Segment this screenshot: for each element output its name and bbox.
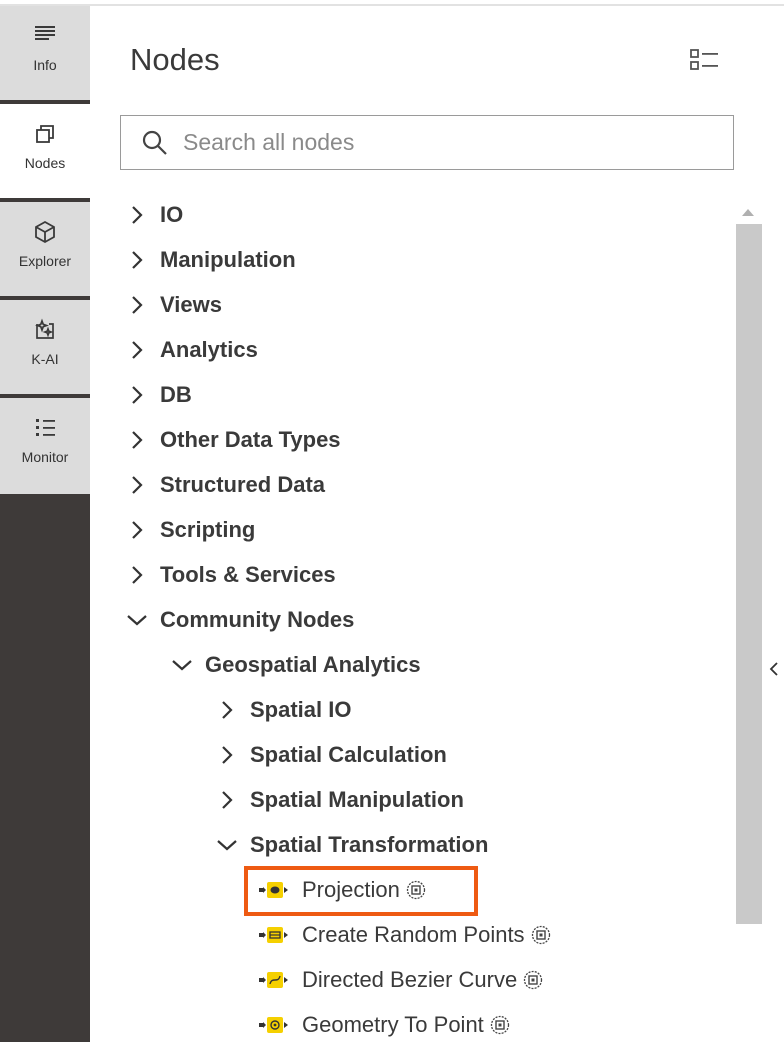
category-label: DB (160, 382, 192, 407)
collapse-panel-icon[interactable] (766, 658, 782, 680)
rail-tab-label: Info (33, 57, 57, 73)
category-label: Community Nodes (160, 607, 355, 632)
chevron-down-icon[interactable] (214, 832, 240, 858)
category-structured-data[interactable]: Structured Data (124, 465, 325, 505)
category-label: Spatial Calculation (250, 742, 447, 767)
chevron-right-icon[interactable] (124, 247, 150, 273)
category-scripting[interactable]: Scripting (124, 510, 255, 550)
node-label: Create Random Points (302, 922, 525, 947)
category-label: Structured Data (160, 472, 326, 497)
chevron-right-icon[interactable] (124, 202, 150, 228)
rail-tab-monitor[interactable]: Monitor (0, 398, 90, 494)
monitor-list-icon (33, 416, 57, 440)
nodes-cube-icon (33, 122, 57, 146)
kai-sparkle-icon (33, 318, 57, 342)
explorer-cube-icon (33, 220, 57, 244)
node-item-projection[interactable]: Projection (258, 870, 426, 910)
create-random-points-node-icon (258, 924, 292, 946)
rail-tab-explorer[interactable]: Explorer (0, 202, 90, 298)
category-community-nodes[interactable]: Community Nodes (124, 600, 354, 640)
rail-tab-label: Monitor (21, 449, 69, 465)
category-io[interactable]: IO (124, 195, 183, 235)
category-views[interactable]: Views (124, 285, 222, 325)
geometry-to-point-node-icon (258, 1014, 292, 1036)
community-badge-icon (531, 925, 551, 945)
category-geospatial-analytics[interactable]: Geospatial Analytics (169, 645, 421, 685)
scroll-up-arrow[interactable] (740, 206, 756, 218)
category-label: Spatial Transformation (250, 832, 489, 857)
category-label: IO (160, 202, 184, 227)
category-label: Tools & Services (160, 562, 336, 587)
category-label: Scripting (160, 517, 256, 542)
node-item-directed-bezier-curve[interactable]: Directed Bezier Curve (258, 960, 543, 1000)
rail-tab-kai[interactable]: K-AI (0, 300, 90, 396)
category-label: Spatial IO (250, 697, 352, 722)
chevron-right-icon[interactable] (124, 517, 150, 543)
scrollbar-thumb[interactable] (736, 224, 762, 924)
chevron-right-icon[interactable] (124, 427, 150, 453)
category-other-data-types[interactable]: Other Data Types (124, 420, 341, 460)
category-label: Views (160, 292, 222, 317)
category-manipulation[interactable]: Manipulation (124, 240, 296, 280)
category-db[interactable]: DB (124, 375, 192, 415)
node-repository-tree: IO Manipulation Views Analytics DB Other… (90, 6, 730, 1042)
node-label: Geometry To Point (302, 1012, 484, 1037)
category-label: Geospatial Analytics (205, 652, 421, 677)
category-spatial-calculation[interactable]: Spatial Calculation (214, 735, 447, 775)
rail-tab-label: K-AI (31, 351, 59, 367)
directed-bezier-curve-node-icon (258, 969, 292, 991)
node-item-create-random-points[interactable]: Create Random Points (258, 915, 551, 955)
chevron-right-icon[interactable] (124, 292, 150, 318)
community-badge-icon (406, 880, 426, 900)
rail-tab-info[interactable]: Info (0, 6, 90, 102)
category-analytics[interactable]: Analytics (124, 330, 258, 370)
category-spatial-manipulation[interactable]: Spatial Manipulation (214, 780, 464, 820)
community-badge-icon (523, 970, 543, 990)
rail-tab-label: Explorer (18, 253, 72, 269)
category-tools-services[interactable]: Tools & Services (124, 555, 336, 595)
rail-tab-nodes[interactable]: Nodes (0, 104, 90, 200)
category-label: Analytics (160, 337, 258, 362)
rail-tab-label: Nodes (24, 155, 66, 171)
nodes-panel: Nodes IO Manipulation Views Analytics DB (90, 6, 784, 1042)
node-item-geometry-to-point[interactable]: Geometry To Point (258, 1005, 510, 1042)
node-label: Directed Bezier Curve (302, 967, 518, 992)
community-badge-icon (490, 1015, 510, 1035)
category-label: Manipulation (160, 247, 296, 272)
chevron-down-icon[interactable] (124, 607, 150, 633)
info-lines-icon (33, 24, 57, 48)
category-label: Other Data Types (160, 427, 341, 452)
chevron-right-icon[interactable] (124, 337, 150, 363)
chevron-right-icon[interactable] (214, 742, 240, 768)
chevron-right-icon[interactable] (124, 382, 150, 408)
category-label: Spatial Manipulation (250, 787, 464, 812)
chevron-right-icon[interactable] (214, 697, 240, 723)
chevron-right-icon[interactable] (124, 562, 150, 588)
category-spatial-transformation[interactable]: Spatial Transformation (214, 825, 488, 865)
node-label: Projection (302, 877, 400, 902)
chevron-right-icon[interactable] (124, 472, 150, 498)
side-rail: Info Nodes Explorer K-AI Monitor (0, 6, 90, 1042)
projection-node-icon (258, 879, 292, 901)
chevron-down-icon[interactable] (169, 652, 195, 678)
chevron-right-icon[interactable] (214, 787, 240, 813)
category-spatial-io[interactable]: Spatial IO (214, 690, 351, 730)
